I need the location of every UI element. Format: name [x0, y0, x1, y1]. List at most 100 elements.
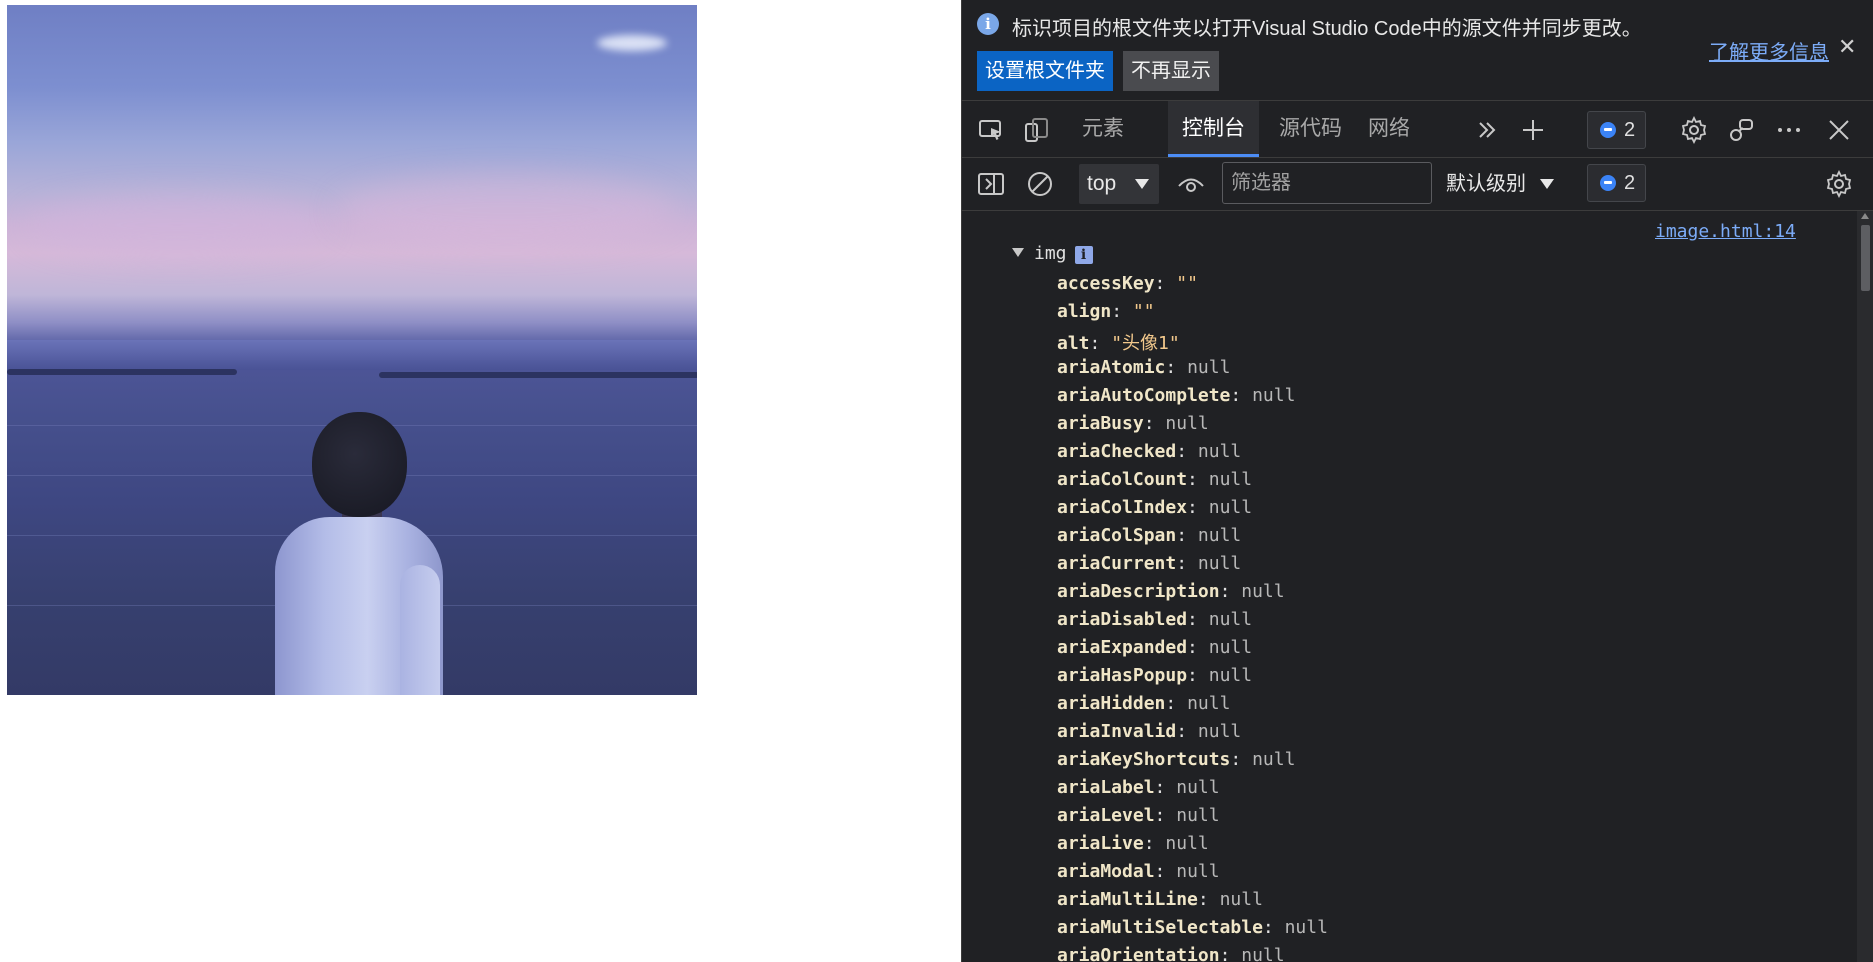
property-row[interactable]: ariaLevel: null	[1057, 805, 1328, 833]
property-row[interactable]: ariaOrientation: null	[1057, 945, 1328, 962]
property-row[interactable]: ariaColSpan: null	[1057, 525, 1328, 553]
context-select[interactable]: top	[1079, 164, 1159, 204]
property-key: ariaHasPopup	[1057, 665, 1188, 686]
property-key: ariaMultiLine	[1057, 889, 1198, 910]
issues-icon	[1600, 122, 1616, 138]
dont-show-again-button[interactable]: 不再显示	[1123, 51, 1219, 91]
property-row[interactable]: ariaCurrent: null	[1057, 553, 1328, 581]
tab-network[interactable]: 网络	[1354, 101, 1424, 157]
close-icon[interactable]	[1824, 115, 1854, 145]
property-key: ariaMultiSelectable	[1057, 917, 1263, 938]
property-row[interactable]: ariaChecked: null	[1057, 441, 1328, 469]
chevron-down-icon	[1135, 179, 1149, 189]
property-row[interactable]: ariaBusy: null	[1057, 413, 1328, 441]
property-key: ariaAtomic	[1057, 357, 1166, 378]
issues-badge[interactable]: 2	[1587, 111, 1647, 149]
property-colon: :	[1187, 637, 1209, 658]
live-expression-icon[interactable]	[1176, 169, 1206, 199]
filter-input[interactable]	[1222, 162, 1432, 204]
property-colon: :	[1154, 861, 1177, 882]
property-value: null	[1208, 665, 1253, 686]
object-expander[interactable]: img i	[1012, 243, 1093, 264]
property-row[interactable]: ariaKeyShortcuts: null	[1057, 749, 1328, 777]
property-row[interactable]: ariaHasPopup: null	[1057, 665, 1328, 693]
property-row[interactable]: ariaHidden: null	[1057, 693, 1328, 721]
property-colon: :	[1176, 525, 1198, 546]
property-row[interactable]: ariaModal: null	[1057, 861, 1328, 889]
tab-sources[interactable]: 源代码	[1265, 101, 1356, 157]
property-key: ariaModal	[1057, 861, 1155, 882]
scrollbar-thumb[interactable]	[1861, 225, 1870, 291]
console-toolbar: top 默认级别 2	[962, 158, 1873, 211]
property-row[interactable]: align: ""	[1057, 301, 1328, 329]
tab-elements[interactable]: 元素	[1068, 101, 1138, 157]
property-value: null	[1176, 861, 1220, 882]
property-colon: :	[1154, 777, 1177, 798]
property-row[interactable]: accessKey: ""	[1057, 273, 1328, 301]
log-level-select[interactable]: 默认级别	[1446, 164, 1556, 204]
property-row[interactable]: ariaColIndex: null	[1057, 497, 1328, 525]
more-tabs-icon[interactable]	[1472, 115, 1502, 145]
sidebar-toggle-icon[interactable]	[976, 169, 1006, 199]
property-row[interactable]: ariaMultiLine: null	[1057, 889, 1328, 917]
property-row[interactable]: ariaLabel: null	[1057, 777, 1328, 805]
property-row[interactable]: ariaDescription: null	[1057, 581, 1328, 609]
property-value: null	[1176, 777, 1220, 798]
property-key: ariaColSpan	[1057, 525, 1177, 546]
issues-icon	[1600, 175, 1616, 191]
property-colon: :	[1187, 665, 1209, 686]
console-settings-icon[interactable]	[1824, 169, 1854, 199]
property-key: ariaDisabled	[1057, 609, 1188, 630]
learn-more-link[interactable]: 了解更多信息	[1709, 36, 1829, 65]
person-arm	[400, 565, 440, 695]
log-level-value: 默认级别	[1446, 173, 1526, 195]
infobar: i 标识项目的根文件夹以打开Visual Studio Code中的源文件并同步…	[962, 0, 1873, 98]
scrollbar[interactable]	[1857, 211, 1873, 962]
set-root-folder-button[interactable]: 设置根文件夹	[977, 51, 1113, 91]
property-row[interactable]: ariaAtomic: null	[1057, 357, 1328, 385]
property-key: align	[1057, 301, 1112, 322]
inspect-element-icon[interactable]	[976, 115, 1006, 145]
property-key: ariaBusy	[1057, 413, 1144, 434]
property-colon: :	[1187, 609, 1209, 630]
issues-badge[interactable]: 2	[1587, 164, 1647, 202]
add-tab-icon[interactable]	[1518, 115, 1548, 145]
property-row[interactable]: ariaInvalid: null	[1057, 721, 1328, 749]
property-colon: :	[1089, 333, 1112, 354]
property-value: null	[1208, 497, 1253, 518]
tab-console[interactable]: 控制台	[1168, 101, 1259, 157]
property-value: null	[1208, 609, 1253, 630]
property-key: ariaExpanded	[1057, 637, 1188, 658]
cloud	[597, 35, 667, 51]
property-key: accessKey	[1057, 273, 1155, 294]
close-icon[interactable]: ✕	[1838, 34, 1856, 60]
property-key: ariaHidden	[1057, 693, 1166, 714]
property-value: null	[1284, 917, 1328, 938]
property-row[interactable]: ariaDisabled: null	[1057, 609, 1328, 637]
connect-icon[interactable]	[1726, 115, 1756, 145]
device-emulation-icon[interactable]	[1022, 115, 1052, 145]
property-value: null	[1241, 945, 1285, 962]
settings-gear-icon[interactable]	[1679, 115, 1709, 145]
property-colon: :	[1230, 385, 1253, 406]
property-row[interactable]: ariaExpanded: null	[1057, 637, 1328, 665]
horizon	[7, 340, 697, 370]
info-icon: i	[1074, 246, 1093, 264]
more-menu-icon[interactable]	[1774, 115, 1804, 145]
scroll-up-icon[interactable]	[1861, 213, 1869, 219]
property-list: accessKey: "" align: "" alt: "头像1" ariaAtom…	[1057, 273, 1328, 962]
caret-down-icon	[1012, 248, 1024, 257]
property-colon: :	[1187, 469, 1209, 490]
property-colon: :	[1165, 693, 1188, 714]
source-link[interactable]: image.html:14	[1655, 221, 1796, 242]
property-row[interactable]: ariaLive: null	[1057, 833, 1328, 861]
property-row[interactable]: ariaMultiSelectable: null	[1057, 917, 1328, 945]
property-row[interactable]: alt: "头像1"	[1057, 329, 1328, 357]
property-row[interactable]: ariaColCount: null	[1057, 469, 1328, 497]
chevron-down-icon	[1540, 179, 1554, 189]
issues-count: 2	[1624, 172, 1636, 194]
clear-console-icon[interactable]	[1025, 169, 1055, 199]
property-value: "头像1"	[1111, 333, 1180, 354]
property-key: ariaColIndex	[1057, 497, 1188, 518]
property-row[interactable]: ariaAutoComplete: null	[1057, 385, 1328, 413]
